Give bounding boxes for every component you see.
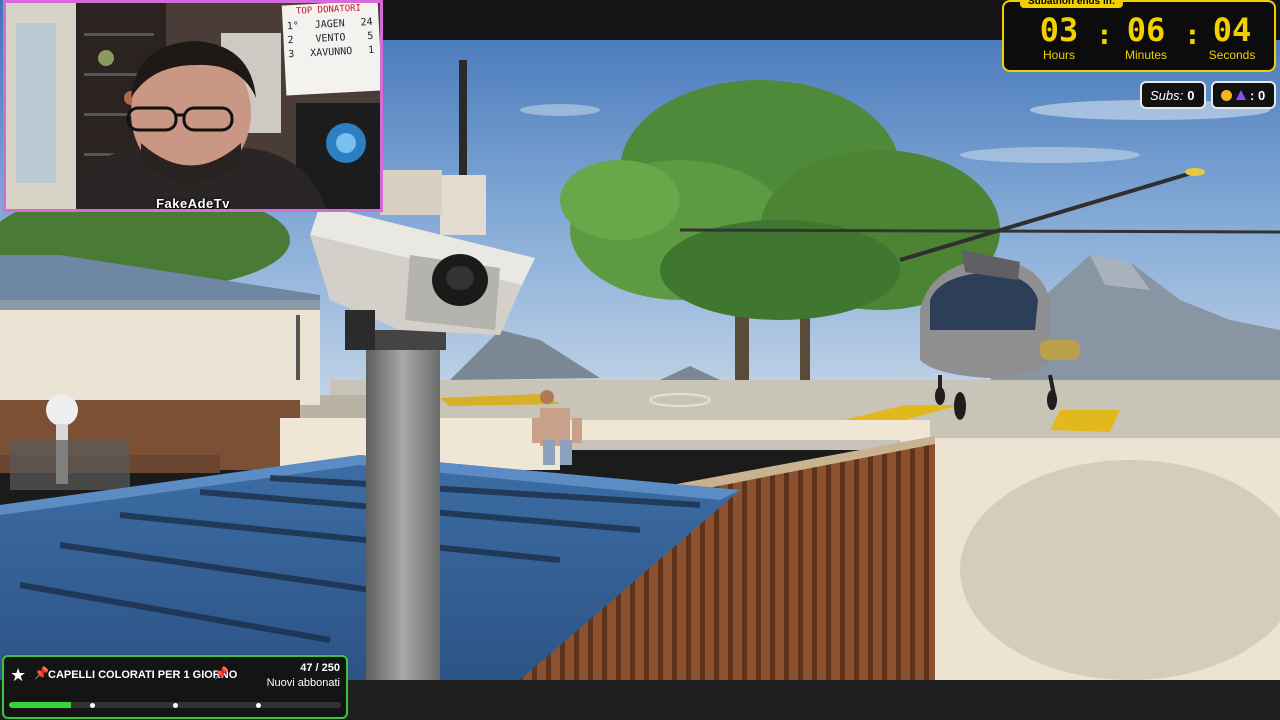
donor-board-title: TOP DONATORI xyxy=(295,3,362,17)
goal-progress-fill xyxy=(9,702,72,708)
goal-count: 47 / 250 xyxy=(300,662,340,674)
pin-icon: 📌 xyxy=(34,666,49,680)
streamer-name: FakeAdeTv xyxy=(156,196,230,211)
goal-milestone-dot xyxy=(256,703,261,708)
donations-counter: : 0 xyxy=(1211,81,1276,109)
goal-subtitle: Nuovi abbonati xyxy=(266,677,340,689)
minutes-label: Minutes xyxy=(1124,48,1168,62)
subathon-timer: Subathon ends in: 03 Hours : 06 Minutes … xyxy=(1002,0,1276,72)
timer-seconds: 04 Seconds xyxy=(1197,12,1267,62)
minutes-value: 06 xyxy=(1126,11,1166,49)
donor-rank: 2 xyxy=(287,35,294,47)
hours-label: Hours xyxy=(1042,48,1075,62)
coin-icon xyxy=(1221,89,1232,101)
pin-icon: 📌 xyxy=(214,666,229,680)
goal-milestone-dot xyxy=(90,703,95,708)
goal-milestone-dot xyxy=(173,703,178,708)
donor-amount: 5 xyxy=(367,30,374,43)
subs-label: Subs: xyxy=(1150,87,1184,103)
subs-counter: Subs: 0 xyxy=(1140,81,1206,109)
star-icon: ★ xyxy=(10,665,27,685)
donor-rank: 3 xyxy=(288,48,295,61)
timer-minutes: 06 Minutes xyxy=(1111,12,1181,62)
hours-value: 03 xyxy=(1039,11,1079,49)
timer-title: Subathon ends in: xyxy=(1020,0,1124,8)
donations-value: : 0 xyxy=(1250,87,1266,103)
donor-board: TOP DONATORI 1° JAGEN 24 2 VENTO 5 3 XAV… xyxy=(281,3,380,96)
donor-rank: 1° xyxy=(286,20,300,33)
seconds-label: Seconds xyxy=(1208,48,1256,62)
donor-amount: 1 xyxy=(367,44,375,57)
seconds-value: 04 xyxy=(1212,11,1252,49)
donor-name: XAVUNNO xyxy=(309,45,353,60)
subs-value: 0 xyxy=(1187,87,1195,103)
goal-title: CAPELLI COLORATI PER 1 GIORNO xyxy=(48,669,238,681)
sub-goal-widget: ★ 📌 CAPELLI COLORATI PER 1 GIORNO 📌 47 /… xyxy=(2,655,348,719)
timer-hours: 03 Hours xyxy=(1024,12,1094,62)
webcam-overlay: TOP DONATORI 1° JAGEN 24 2 VENTO 5 3 XAV… xyxy=(3,0,383,212)
gem-icon xyxy=(1236,90,1246,100)
donor-amount: 24 xyxy=(360,16,373,29)
